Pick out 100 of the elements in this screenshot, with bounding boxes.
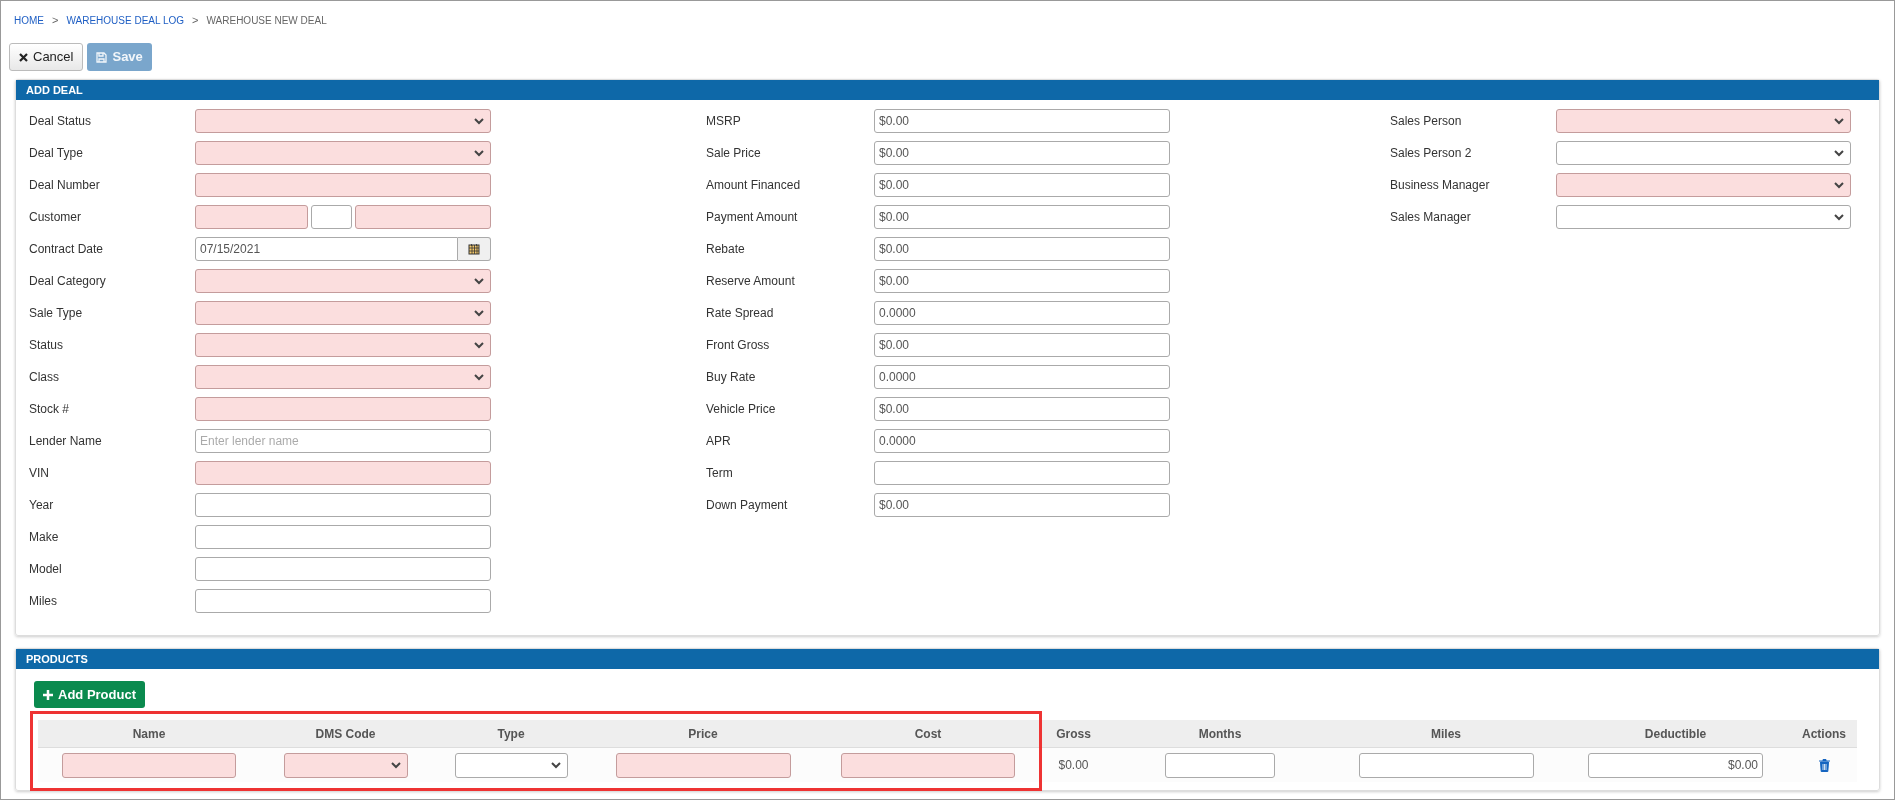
input-field[interactable]: $0.00	[874, 173, 1170, 197]
input-field[interactable]: $0.00	[874, 493, 1170, 517]
cancel-button[interactable]: Cancel	[9, 43, 84, 71]
input-field[interactable]: 0.0000	[874, 365, 1170, 389]
dropdown[interactable]	[283, 752, 408, 778]
input-field[interactable]	[311, 205, 352, 229]
field-label: Deal Status	[29, 113, 93, 130]
column-header: Name	[131, 725, 167, 743]
breadcrumb-link[interactable]: WAREHOUSE DEAL LOG	[66, 12, 185, 28]
field-label: Front Gross	[706, 337, 771, 354]
chevron-down-icon	[1834, 117, 1844, 125]
field-label: Rate Spread	[706, 305, 775, 322]
breadcrumb-link[interactable]: HOME	[14, 12, 44, 28]
input-field[interactable]	[195, 557, 491, 581]
table-cell-text: $0.00	[1058, 757, 1089, 774]
input-field[interactable]	[874, 461, 1170, 485]
chevron-down-icon	[1834, 181, 1844, 189]
chevron-down-icon	[474, 117, 484, 125]
input-field[interactable]	[1358, 752, 1534, 778]
field-label: Rebate	[706, 241, 746, 258]
input-field[interactable]: $0.00	[874, 269, 1170, 293]
input-field[interactable]	[195, 205, 308, 229]
breadcrumb-separator: >	[192, 12, 199, 28]
field-label: Lender Name	[29, 433, 103, 450]
input-field[interactable]	[615, 752, 791, 778]
dropdown[interactable]	[195, 365, 491, 389]
field-label: Sales Person 2	[1390, 145, 1473, 162]
input-field[interactable]	[195, 525, 491, 549]
field-label: Make	[29, 529, 60, 546]
dropdown[interactable]	[195, 269, 491, 293]
field-label: Buy Rate	[706, 369, 757, 386]
field-label: Sale Price	[706, 145, 762, 162]
column-header: Months	[1197, 725, 1243, 743]
chevron-down-icon	[474, 277, 484, 285]
plus-icon	[43, 689, 53, 700]
dropdown[interactable]	[195, 109, 491, 133]
input-field[interactable]: $0.00	[874, 109, 1170, 133]
add-product-button[interactable]: Add Product	[34, 681, 145, 708]
chevron-down-icon	[474, 149, 484, 157]
dropdown[interactable]	[195, 333, 491, 357]
field-label: Contract Date	[29, 241, 105, 258]
input-field[interactable]: $0.00	[874, 237, 1170, 261]
field-label: Deal Type	[29, 145, 84, 162]
dropdown[interactable]	[195, 301, 491, 325]
calendar-icon	[468, 243, 480, 255]
input-field[interactable]	[1165, 752, 1275, 778]
input-field[interactable]	[195, 461, 491, 485]
field-label: Miles	[29, 593, 58, 610]
dropdown[interactable]	[195, 141, 491, 165]
input-field[interactable]	[195, 589, 491, 613]
field-label: MSRP	[706, 113, 742, 130]
calendar-button[interactable]	[458, 237, 491, 261]
field-label: Business Manager	[1390, 177, 1491, 194]
input-field[interactable]: $0.00	[874, 141, 1170, 165]
dropdown[interactable]	[1556, 109, 1851, 133]
field-label: Term	[706, 465, 734, 482]
input-field[interactable]	[355, 205, 491, 229]
field-label: Stock #	[29, 401, 71, 418]
chevron-down-icon	[474, 373, 484, 381]
field-label: Year	[29, 497, 55, 514]
field-label: Amount Financed	[706, 177, 802, 194]
input-field[interactable]	[195, 493, 491, 517]
close-icon	[19, 52, 28, 62]
delete-button[interactable]	[1818, 758, 1830, 772]
chevron-down-icon	[390, 761, 401, 769]
dropdown[interactable]	[454, 752, 568, 778]
field-label: Model	[29, 561, 63, 578]
field-label: Deal Number	[29, 177, 101, 194]
input-field[interactable]: 0.0000	[874, 429, 1170, 453]
input-field[interactable]: $0.00	[1588, 752, 1763, 778]
input-field[interactable]: Enter lender name	[195, 429, 491, 453]
field-label: Sales Manager	[1390, 209, 1472, 226]
input-field[interactable]: $0.00	[874, 333, 1170, 357]
field-label: Class	[29, 369, 60, 386]
input-field[interactable]: $0.00	[874, 397, 1170, 421]
input-field[interactable]	[841, 752, 1015, 778]
panel-header: ADD DEAL	[16, 80, 1879, 100]
column-header: Gross	[1055, 725, 1092, 743]
field-label: Reserve Amount	[706, 273, 796, 290]
input-field[interactable]	[195, 397, 491, 421]
input-field[interactable]	[195, 173, 491, 197]
dropdown[interactable]	[1556, 205, 1851, 229]
field-label: Sale Type	[29, 305, 84, 322]
field-label: Payment Amount	[706, 209, 799, 226]
trash-icon	[1818, 758, 1830, 772]
input-field[interactable]	[62, 752, 236, 778]
chevron-down-icon	[1834, 213, 1844, 221]
field-label: Status	[29, 337, 65, 354]
input-field[interactable]: 0.0000	[874, 301, 1170, 325]
dropdown[interactable]	[1556, 141, 1851, 165]
chevron-down-icon	[474, 309, 484, 317]
panel-header: PRODUCTS	[16, 649, 1879, 669]
field-label: APR	[706, 433, 732, 450]
column-header: Type	[496, 725, 526, 743]
input-field[interactable]: $0.00	[874, 205, 1170, 229]
column-header: Actions	[1801, 725, 1847, 743]
column-header: Deductible	[1643, 725, 1708, 743]
dropdown[interactable]	[1556, 173, 1851, 197]
date-field[interactable]: 07/15/2021	[195, 237, 458, 261]
breadcrumb-current: WAREHOUSE NEW DEAL	[206, 13, 327, 28]
